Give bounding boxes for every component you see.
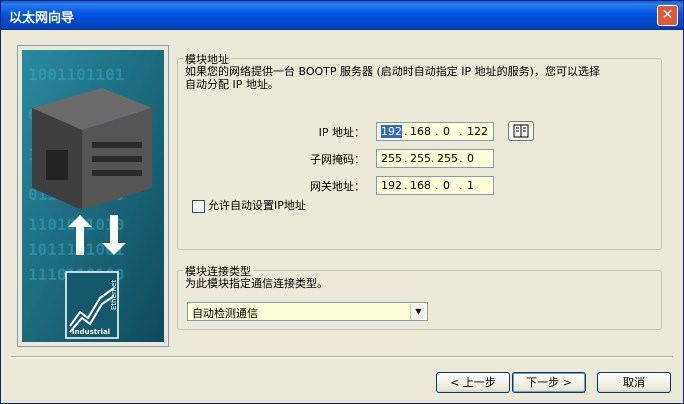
auto-ip-checkbox-label[interactable]: 允许自动设置IP地址 [208, 199, 306, 212]
auto-ip-checkbox[interactable] [192, 200, 205, 213]
logo-text-ethernet: Ethernet [110, 280, 118, 310]
subnet-dot: . [404, 152, 408, 165]
gateway-dot: . [404, 179, 408, 192]
ip-dot: . [435, 125, 439, 138]
next-button[interactable]: 下一步 > [512, 372, 586, 393]
gateway-octet-2[interactable]: 168 [410, 179, 431, 192]
gateway-octet-1[interactable]: 192 [381, 179, 402, 192]
ip-octet-1[interactable]: 192 [381, 125, 402, 138]
connection-type-dropdown[interactable]: 自动检测通信 ▼ [187, 302, 428, 321]
subnet-mask-label: 子网掩码： [310, 153, 365, 166]
ip-octet-3[interactable]: 0 [443, 125, 450, 138]
ip-dot: . [459, 125, 463, 138]
binary-row: 1001101101 [28, 65, 124, 84]
gateway-dot: . [435, 179, 439, 192]
wizard-image-frame: 1001101101 0101001010 1010110101 0110100… [17, 45, 169, 347]
dialog-client: 1001101101 0101001010 1010110101 0110100… [1, 30, 683, 403]
gateway-field[interactable]: 192 . 168 . 0 . 1 [376, 176, 494, 195]
button-separator [11, 356, 673, 358]
title-bar[interactable]: 以太网向导 ✕ [1, 1, 683, 30]
gateway-octet-3[interactable]: 0 [443, 179, 450, 192]
subnet-octet-4[interactable]: 0 [467, 152, 474, 165]
subnet-mask-field[interactable]: 255 . 255 . 255 . 0 [376, 149, 494, 168]
bootp-description-line2: 自动分配 IP 地址。 [185, 78, 279, 91]
subnet-octet-1[interactable]: 255 [381, 152, 402, 165]
ip-dot: . [404, 125, 408, 138]
connection-type-selected: 自动检测通信 [192, 307, 258, 320]
address-book-icon [513, 124, 529, 138]
subnet-dot: . [431, 152, 435, 165]
connection-type-description: 为此模块指定通信连接类型。 [185, 277, 328, 290]
subnet-octet-3[interactable]: 255 [437, 152, 458, 165]
plc-device-icon [32, 88, 152, 210]
subnet-dot: . [459, 152, 463, 165]
ip-octet-4[interactable]: 122 [467, 125, 488, 138]
wizard-illustration: 1001101101 0101001010 1010110101 0110100… [22, 50, 164, 342]
gateway-dot: . [459, 179, 463, 192]
bootp-description-line1: 如果您的网络提供一台 BOOTP 服务器 (启动时自动指定 IP 地址的服务)，… [185, 65, 600, 78]
ip-octet-2[interactable]: 168 [410, 125, 431, 138]
window-title: 以太网向导 [9, 11, 75, 26]
plc-ethernet-illustration: 1001101101 0101001010 1010110101 0110100… [22, 50, 164, 342]
close-button[interactable]: ✕ [657, 5, 678, 26]
chevron-down-icon[interactable]: ▼ [410, 304, 426, 319]
subnet-octet-2[interactable]: 255 [410, 152, 431, 165]
ip-address-label: IP 地址： [318, 126, 365, 139]
ethernet-wizard-window: 以太网向导 ✕ 1001101101 0101001010 1010110101 [0, 0, 684, 404]
back-button[interactable]: < 上一步 [436, 372, 510, 393]
logo-text-industrial: Industrial [72, 328, 110, 336]
ip-address-field[interactable]: 192 . 168 . 0 . 122 [376, 122, 494, 141]
address-book-button[interactable] [508, 121, 534, 141]
industrial-ethernet-logo: Industrial Ethernet [65, 271, 119, 339]
gateway-label: 网关地址： [310, 180, 365, 193]
cancel-button[interactable]: 取消 [597, 372, 671, 393]
gateway-octet-4[interactable]: 1 [467, 179, 474, 192]
